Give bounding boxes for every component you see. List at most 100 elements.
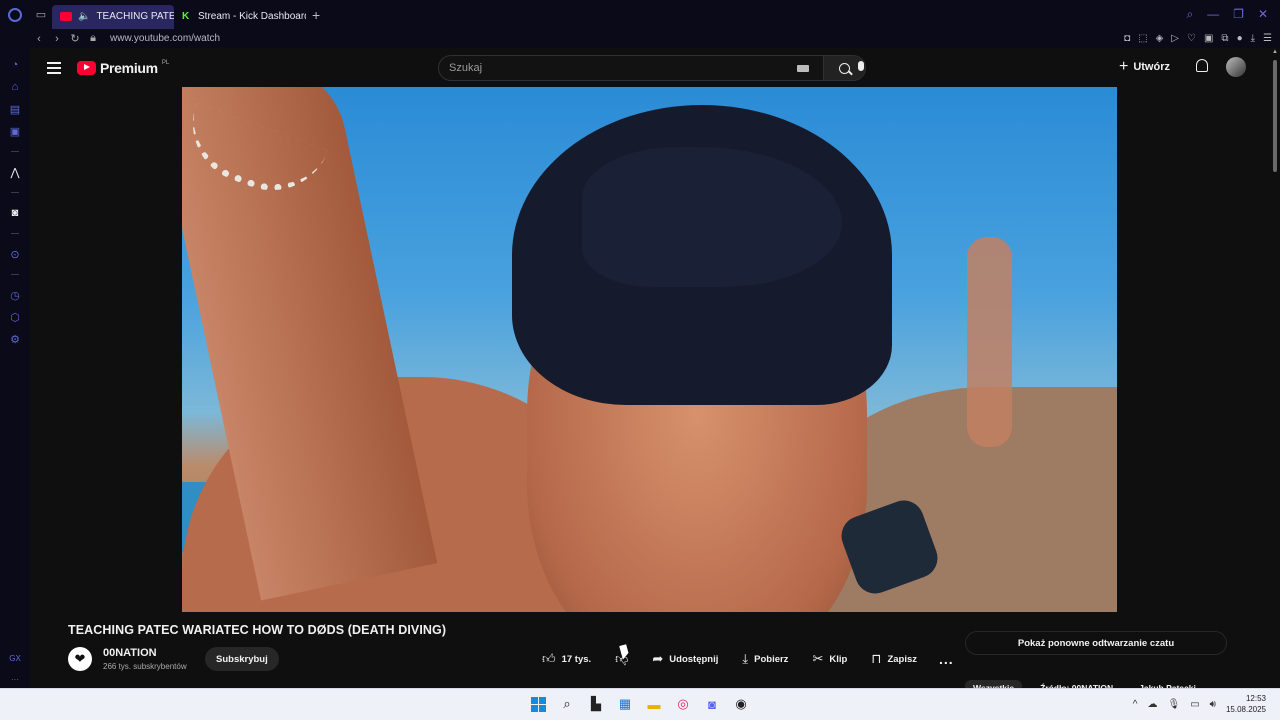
back-icon[interactable]: ‹ — [30, 33, 48, 45]
tab-kick[interactable]: K Stream - Kick Dashboard — [174, 5, 306, 29]
url-field[interactable]: www.youtube.com/watch — [110, 33, 220, 44]
save-button[interactable]: ⊓ Zapisz — [859, 648, 929, 670]
clip-button[interactable]: ✂ Klip — [800, 648, 859, 670]
download-icon: ⤓ — [742, 651, 749, 666]
puzzle-icon[interactable]: ⧉ — [1221, 33, 1228, 44]
speaker-icon[interactable]: 🔈 — [78, 11, 90, 22]
close-icon[interactable]: ✕ — [1258, 7, 1268, 22]
aria-icon[interactable]: ⋀ — [7, 164, 23, 180]
search-input[interactable] — [439, 62, 797, 74]
chip-all[interactable]: Wszystkie — [965, 680, 1023, 688]
play-icon[interactable]: ▷ — [1171, 33, 1179, 44]
channel-avatar[interactable]: ❤ — [68, 647, 92, 671]
youtube-logo[interactable]: Premium PL — [77, 60, 169, 76]
tab-youtube[interactable]: 🔈 TEACHING PATEC WA — [52, 4, 174, 29]
chip-source[interactable]: Źródło: 00NATION — [1032, 680, 1121, 688]
notifications-bell-icon[interactable] — [1196, 59, 1208, 72]
display-icon[interactable]: ▭ — [1190, 699, 1199, 710]
discord-icon[interactable]: ◙ — [7, 205, 23, 221]
download-button[interactable]: ⤓ Pobierz — [730, 648, 800, 670]
taskbar-apps: ⌕ ▙ ▦ ▬ ◎ ◙ ◉ — [527, 693, 752, 715]
create-label: Utwórz — [1133, 61, 1170, 73]
video-player[interactable] — [182, 87, 1117, 612]
youtube-play-icon — [77, 60, 96, 75]
sidebar-divider — [11, 192, 19, 193]
tray-overflow-icon[interactable]: ^ — [1133, 699, 1138, 710]
share-icon: ➦ — [652, 651, 664, 666]
search-icon — [839, 62, 850, 74]
volume-icon[interactable]: 🔊︎ — [1210, 699, 1216, 710]
microphone-icon[interactable]: 🎙︎ — [1167, 699, 1180, 710]
microphone-icon[interactable] — [858, 61, 864, 71]
new-tab-button[interactable]: + — [306, 7, 326, 23]
thumbs-up-icon: 👍︎ — [542, 651, 556, 666]
bookmark-icon[interactable]: ◘ — [1124, 33, 1130, 44]
related-filter-chips: Wszystkie Źródło: 00NATION Jakub Patecki — [965, 680, 1204, 688]
opera-gx-taskbar-icon[interactable]: ◎ — [672, 693, 694, 715]
subscribe-button[interactable]: Subskrybuj — [205, 647, 279, 671]
start-button[interactable] — [527, 693, 549, 715]
create-button[interactable]: + Utwórz — [1118, 58, 1170, 75]
chip-related[interactable]: Jakub Patecki — [1131, 680, 1204, 688]
guide-menu-icon[interactable] — [47, 61, 61, 74]
history-icon[interactable]: ◷ — [7, 287, 23, 303]
file-explorer-icon[interactable]: ▬ — [643, 693, 665, 715]
scrollbar-thumb[interactable] — [1273, 60, 1277, 172]
minimize-icon[interactable]: — — [1207, 7, 1219, 22]
show-chat-replay-button[interactable]: Pokaż ponowne odtwarzanie czatu — [965, 631, 1227, 655]
opera-gx-logo-icon[interactable] — [0, 0, 30, 29]
more-icon[interactable]: ··· — [0, 675, 30, 684]
player-icon[interactable]: ⊙ — [7, 246, 23, 262]
keyboard-icon[interactable] — [797, 64, 809, 72]
scroll-up-icon[interactable]: ▲ — [1272, 49, 1278, 55]
page-scrollbar[interactable]: ▲ — [1270, 48, 1280, 688]
tab-menu-icon[interactable]: ▭ — [30, 0, 52, 29]
avatar[interactable] — [1226, 57, 1246, 77]
more-actions-button[interactable]: ... — [929, 648, 964, 670]
logo-text: Premium — [100, 59, 158, 76]
messenger-icon[interactable]: ▣ — [7, 123, 23, 139]
window-controls: ⌕ — ❐ ✕ — [1186, 7, 1280, 22]
gx-label[interactable]: GX — [0, 654, 30, 663]
share-button[interactable]: ➦ Udostępnij — [640, 648, 730, 670]
app-taskbar-icon[interactable]: ◉ — [730, 693, 752, 715]
task-view-icon[interactable]: ▙ — [585, 693, 607, 715]
extensions-icon[interactable]: ⬡ — [7, 309, 23, 325]
search-box — [438, 55, 866, 81]
sidebar-divider — [11, 233, 19, 234]
like-button[interactable]: 👍︎ 17 tys. — [530, 648, 603, 670]
extension-icons: ◘ ⬚ ◈ ▷ ♡ ▣ ⧉ ● ⤓ ☰ — [1124, 33, 1280, 44]
scissors-icon: ✂ — [812, 651, 824, 666]
menu-icon[interactable]: ☰ — [1263, 33, 1272, 44]
plus-icon: + — [1118, 58, 1129, 75]
profile-icon[interactable]: ● — [1237, 33, 1243, 44]
heart-icon[interactable]: ♡ — [1187, 33, 1196, 44]
bookmark-icon: ⊓ — [871, 651, 882, 666]
sidebar-divider — [11, 151, 19, 152]
search-icon[interactable]: ⌕ — [556, 693, 578, 715]
taskbar-clock[interactable]: 12:53 15.08.2025 — [1226, 693, 1266, 715]
extension-icon[interactable]: ▣ — [1204, 33, 1213, 44]
settings-icon[interactable]: ⚙ — [7, 331, 23, 347]
reload-icon[interactable]: ↻ — [66, 32, 84, 45]
gx-control-icon[interactable]: ◔ — [7, 57, 23, 73]
search-tabs-icon[interactable]: ⌕ — [1186, 7, 1193, 22]
clock-time: 12:53 — [1245, 694, 1266, 703]
store-icon[interactable]: ▦ — [614, 693, 636, 715]
restore-icon[interactable]: ❐ — [1233, 7, 1244, 22]
channel-name[interactable]: 00NATION — [103, 647, 157, 659]
vpn-shield-icon[interactable]: ◈ — [1156, 33, 1164, 44]
youtube-favicon-icon — [60, 12, 72, 21]
address-bar: ‹ › ↻ 🔒︎ www.youtube.com/watch ◘ ⬚ ◈ ▷ ♡… — [0, 29, 1280, 48]
news-icon[interactable]: ▤ — [7, 101, 23, 117]
discord-taskbar-icon[interactable]: ◙ — [701, 693, 723, 715]
tab-title: Stream - Kick Dashboard — [198, 11, 306, 22]
download-label: Pobierz — [754, 653, 789, 665]
video-actions: 👍︎ 17 tys. 👎︎ ➦ Udostępnij ⤓ Pobierz ✂ K… — [530, 648, 964, 670]
onedrive-icon[interactable]: ☁ — [1147, 699, 1157, 710]
tab-title: TEACHING PATEC WA — [96, 11, 174, 22]
forward-icon[interactable]: › — [48, 33, 66, 45]
download-icon[interactable]: ⤓ — [1251, 33, 1255, 44]
gx-corner-icon[interactable]: ⌂ — [7, 79, 23, 95]
snapshot-icon[interactable]: ⬚ — [1138, 33, 1147, 44]
